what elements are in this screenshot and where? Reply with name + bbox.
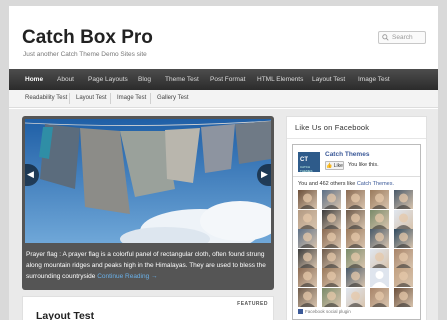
page-wrapper: Catch Box Pro Just another Catch Theme D… <box>9 6 438 320</box>
fan-avatar[interactable] <box>322 268 341 287</box>
like-count-page-link[interactable]: Catch Themes. <box>357 181 394 187</box>
fan-avatar[interactable] <box>322 209 341 229</box>
facebook-plugin-label: Facebook social plugin <box>298 309 351 314</box>
search-placeholder: Search <box>392 34 413 41</box>
like-count: You and 462 others like Catch Themes. <box>298 181 394 187</box>
fan-avatar[interactable] <box>346 268 365 287</box>
fan-avatar[interactable] <box>322 229 341 248</box>
fan-avatar[interactable] <box>322 287 341 307</box>
fan-avatar[interactable] <box>298 248 317 268</box>
subnav-divider <box>150 93 151 104</box>
nav-item-html-elements[interactable]: HTML Elements <box>257 69 303 90</box>
nav-item-about[interactable]: About <box>57 69 74 90</box>
fan-avatar[interactable] <box>322 248 341 268</box>
slide-image[interactable] <box>25 119 271 243</box>
nav-item-page-layouts[interactable]: Page Layouts <box>88 69 128 90</box>
subnav-divider <box>69 93 70 104</box>
fb-divider <box>293 176 420 177</box>
fan-avatar[interactable] <box>346 248 365 268</box>
fan-avatar[interactable] <box>298 229 317 248</box>
continue-reading-link[interactable]: Continue Reading → <box>97 273 157 280</box>
fan-avatar[interactable] <box>346 209 365 229</box>
fan-avatar[interactable] <box>298 287 317 307</box>
fan-avatar[interactable] <box>298 190 317 209</box>
facebook-page-name[interactable]: Catch Themes <box>325 151 369 158</box>
facebook-like-box: CT CATCH THEMES Catch Themes 👍 Like You … <box>292 144 421 320</box>
fan-avatar[interactable] <box>370 190 389 209</box>
page-logo[interactable]: CT CATCH THEMES <box>298 152 320 173</box>
chevron-right-icon: ▶ <box>261 169 268 179</box>
fan-avatar[interactable] <box>298 268 317 287</box>
fan-avatar[interactable] <box>298 209 317 229</box>
subnav-divider <box>110 93 111 104</box>
nav-item-blog[interactable]: Blog <box>138 69 151 90</box>
subnav-item-image-test[interactable]: Image Test <box>117 90 146 107</box>
fan-avatar[interactable] <box>394 190 413 209</box>
fan-avatar[interactable] <box>370 268 389 287</box>
facebook-widget: Like Us on Facebook CT CATCH THEMES Catc… <box>286 116 427 320</box>
like-status: You like this. <box>348 162 379 168</box>
fan-avatar[interactable] <box>370 248 389 268</box>
page-logo-text: CT <box>300 157 308 163</box>
nav-item-post-format[interactable]: Post Format <box>210 69 245 90</box>
fan-avatar[interactable] <box>322 190 341 209</box>
site-title[interactable]: Catch Box Pro <box>22 27 153 49</box>
featured-badge: FEATURED <box>237 301 268 307</box>
like-count-text: You and 462 others like <box>298 181 357 187</box>
nav-item-image-test[interactable]: Image Test <box>358 69 390 90</box>
fan-avatar[interactable] <box>346 229 365 248</box>
widget-title: Like Us on Facebook <box>295 123 370 132</box>
fan-avatar[interactable] <box>346 190 365 209</box>
fan-avatar[interactable] <box>370 229 389 248</box>
fan-avatar[interactable] <box>394 268 413 287</box>
fan-avatar[interactable] <box>394 209 413 229</box>
nav-item-layout-test[interactable]: Layout Test <box>312 69 345 90</box>
page-logo-subtext: CATCH THEMES <box>300 165 313 173</box>
fan-avatar[interactable] <box>394 287 413 307</box>
plugin-label-text: Facebook social plugin <box>305 309 351 314</box>
widget-divider <box>287 138 426 139</box>
fan-avatar[interactable] <box>346 287 365 307</box>
subnav-item-gallery-test[interactable]: Gallery Test <box>157 90 189 107</box>
nav-item-theme-test[interactable]: Theme Test <box>165 69 199 90</box>
search-icon <box>382 34 389 41</box>
chevron-left-icon: ◀ <box>27 169 34 179</box>
primary-nav: Home About Page Layouts Blog Theme Test … <box>9 69 438 90</box>
site-description: Just another Catch Theme Demo Sites site <box>23 51 147 58</box>
fan-avatar[interactable] <box>394 229 413 248</box>
subnav-item-layout-test[interactable]: Layout Test <box>76 90 107 107</box>
like-button[interactable]: 👍 Like <box>325 161 344 170</box>
search-input[interactable]: Search <box>378 31 426 44</box>
fan-avatar[interactable] <box>394 248 413 268</box>
secondary-nav: Readability Test Layout Test Image Test … <box>9 90 438 108</box>
post-title[interactable]: Layout Test <box>36 310 94 320</box>
featured-post: FEATURED Layout Test <box>22 296 274 320</box>
facebook-icon <box>298 309 303 314</box>
fan-avatar[interactable] <box>370 209 389 229</box>
subnav-item-readability-test[interactable]: Readability Test <box>25 90 67 107</box>
fan-avatar[interactable] <box>370 287 389 307</box>
slide-caption: Prayer flag : A prayer flag is a colorfu… <box>26 249 270 282</box>
nav-item-home[interactable]: Home <box>25 69 43 90</box>
featured-slider: ◀ ▶ Prayer flag : A prayer flag is a col… <box>22 116 274 290</box>
